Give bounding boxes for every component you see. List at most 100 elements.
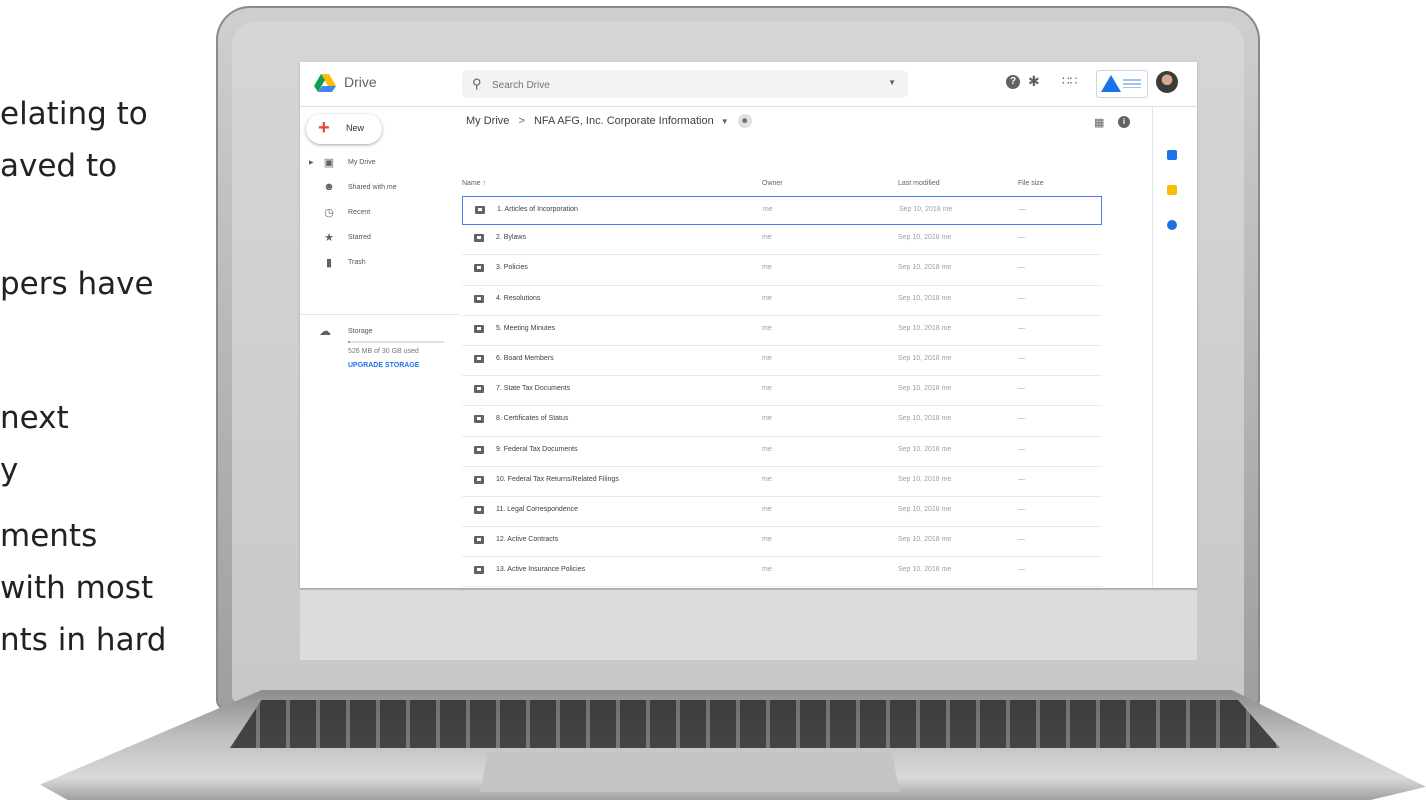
sidebar-item-label: Recent xyxy=(348,209,371,216)
help-icon[interactable]: ? xyxy=(1006,75,1020,89)
sort-arrow-icon[interactable]: ↑ xyxy=(483,180,487,187)
search-bar[interactable]: ⚲ ▼ xyxy=(462,70,908,98)
storage-progress-fill xyxy=(348,341,350,343)
file-owner: me xyxy=(762,354,772,362)
upgrade-storage-link[interactable]: UPGRADE STORAGE xyxy=(348,362,419,369)
file-name: 3. Policies xyxy=(496,264,528,272)
folder-icon xyxy=(474,566,484,575)
file-owner: me xyxy=(762,294,772,302)
table-row[interactable]: 10. Federal Tax Returns/Related Filings m… xyxy=(462,467,1102,497)
search-options-icon[interactable]: ▼ xyxy=(888,78,896,87)
table-row[interactable]: 3. Policies me Sep 10, 2018 me — xyxy=(462,255,1102,286)
folder-icon xyxy=(474,445,484,454)
file-rows: 1. Articles of Incorporation me Sep 10, 20… xyxy=(462,196,1102,588)
folder-icon xyxy=(474,324,484,333)
file-name: 11. Legal Correspondence xyxy=(496,505,578,513)
sidebar-item-label: My Drive xyxy=(348,159,376,166)
calendar-icon[interactable] xyxy=(1167,150,1177,160)
file-owner: me xyxy=(762,536,772,544)
sidebar-item-label: Starred xyxy=(348,234,371,241)
table-row[interactable]: 2. Bylaws me Sep 10, 2018 me — xyxy=(462,225,1102,256)
search-icon[interactable]: ⚲ xyxy=(472,76,482,92)
chevron-down-icon[interactable]: ▼ xyxy=(721,117,729,126)
table-row[interactable]: 12. Active Contracts me Sep 10, 2018 me — xyxy=(462,527,1102,558)
file-name: 9. Federal Tax Documents xyxy=(496,445,578,453)
app-name: Drive xyxy=(344,74,377,90)
search-input[interactable] xyxy=(490,75,874,95)
breadcrumb-separator: > xyxy=(518,114,525,127)
file-modified: Sep 10, 2018 me xyxy=(898,445,952,453)
table-row[interactable]: 13. Active Insurance Policies me Sep 10, 2… xyxy=(462,557,1102,588)
tasks-icon[interactable] xyxy=(1167,220,1177,230)
organization-logo[interactable] xyxy=(1096,70,1148,98)
trash-icon: ▮ xyxy=(325,257,333,269)
sidebar-item-my-drive[interactable]: ▶ ▣ My Drive xyxy=(300,152,460,177)
file-size: — xyxy=(1018,354,1025,362)
table-row[interactable]: 6. Board Members me Sep 10, 2018 me — xyxy=(462,346,1102,377)
file-name: 1. Articles of Incorporation xyxy=(497,206,578,213)
slide-text-line: y xyxy=(0,452,19,488)
table-row[interactable]: 8. Certificates of Status me Sep 10, 2018 … xyxy=(462,406,1102,437)
info-icon[interactable]: i xyxy=(1118,116,1130,128)
sidebar-item-starred[interactable]: ★ Starred xyxy=(300,227,460,252)
clock-icon: ◷ xyxy=(324,207,334,219)
table-row[interactable]: 5. Meeting Minutes me Sep 10, 2018 me — xyxy=(462,316,1102,346)
breadcrumb-root[interactable]: My Drive xyxy=(466,115,509,127)
table-row[interactable]: 7. State Tax Documents me Sep 10, 2018 me — xyxy=(462,376,1102,407)
apps-grid-icon[interactable]: ∷∷ xyxy=(1062,74,1077,88)
star-icon: ★ xyxy=(324,232,334,244)
file-modified: Sep 10, 2018 me xyxy=(899,206,953,213)
file-owner: me xyxy=(762,445,772,453)
folder-icon xyxy=(474,536,484,545)
table-row[interactable]: 4. Resolutions me Sep 10, 2018 me — xyxy=(462,286,1102,316)
file-size: — xyxy=(1018,505,1025,513)
sidebar-item-recent[interactable]: ◷ Recent xyxy=(300,202,460,227)
file-modified: Sep 10, 2018 me xyxy=(898,385,952,393)
folder-icon xyxy=(475,206,485,214)
file-modified: Sep 10, 2018 me xyxy=(898,475,952,483)
storage-label: Storage xyxy=(348,328,373,335)
file-size: — xyxy=(1018,264,1025,272)
keep-icon[interactable] xyxy=(1167,185,1177,195)
file-owner: me xyxy=(762,234,772,242)
new-button[interactable]: + New xyxy=(306,114,382,144)
sidebar-item-label: Shared with me xyxy=(348,184,397,191)
table-row[interactable]: 1. Articles of Incorporation me Sep 10, 20… xyxy=(462,196,1102,226)
slide-text-line: elating to xyxy=(0,96,148,132)
gear-icon[interactable]: ✱ xyxy=(1028,73,1040,90)
cloud-icon: ☁ xyxy=(319,324,331,338)
folder-icon xyxy=(474,294,484,303)
slide-text-line: next xyxy=(0,400,69,436)
breadcrumb-current[interactable]: NFA AFG, Inc. Corporate Information xyxy=(534,115,714,127)
file-owner: me xyxy=(762,264,772,272)
file-modified: Sep 10, 2018 me xyxy=(898,354,952,362)
avatar[interactable] xyxy=(1156,71,1178,93)
expand-caret-icon[interactable]: ▶ xyxy=(309,159,314,166)
file-modified: Sep 10, 2018 me xyxy=(898,264,952,272)
file-modified: Sep 10, 2018 me xyxy=(898,505,952,513)
table-row[interactable]: 9. Federal Tax Documents me Sep 10, 2018 m… xyxy=(462,437,1102,467)
file-list: Name ↑ Owner Last modified File size 1. … xyxy=(462,174,1102,588)
file-size: — xyxy=(1018,475,1025,483)
sidebar-item-trash[interactable]: ▮ Trash xyxy=(300,252,460,277)
file-size: — xyxy=(1019,206,1026,213)
folder-icon xyxy=(474,234,484,243)
table-row[interactable]: 11. Legal Correspondence me Sep 10, 2018 m… xyxy=(462,497,1102,528)
file-name: 4. Resolutions xyxy=(496,294,541,302)
folder-icon xyxy=(474,505,484,514)
file-owner: me xyxy=(762,324,772,332)
file-modified: Sep 10, 2018 me xyxy=(898,324,952,332)
file-modified: Sep 10, 2018 me xyxy=(898,234,952,242)
sidebar-item-label: Trash xyxy=(348,259,366,266)
file-size: — xyxy=(1018,445,1025,453)
file-owner: me xyxy=(762,475,772,483)
column-header-file-size: File size xyxy=(1018,180,1044,187)
sidebar-item-shared-with-me[interactable]: ☻ Shared with me xyxy=(300,177,460,202)
column-header-name[interactable]: Name ↑ xyxy=(462,180,486,187)
file-name: 10. Federal Tax Returns/Related Filings xyxy=(496,475,619,483)
grid-view-icon[interactable]: ▦ xyxy=(1094,116,1104,129)
my-drive-icon: ▣ xyxy=(323,157,335,169)
file-list-header: Name ↑ Owner Last modified File size xyxy=(462,174,1102,196)
file-owner: me xyxy=(762,505,772,513)
drive-logo-icon[interactable] xyxy=(314,74,336,92)
